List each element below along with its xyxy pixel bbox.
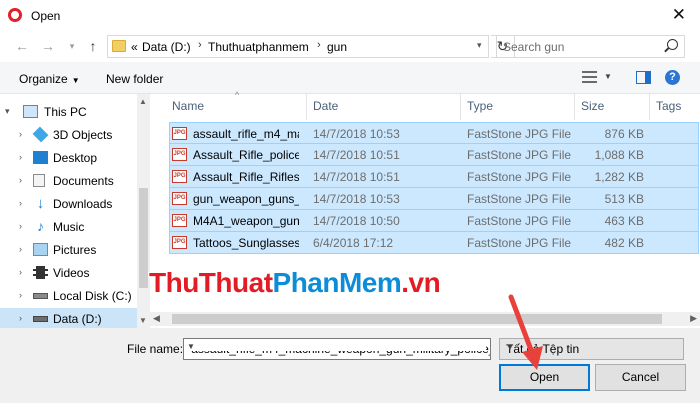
annotation-arrow-icon: [508, 294, 543, 370]
